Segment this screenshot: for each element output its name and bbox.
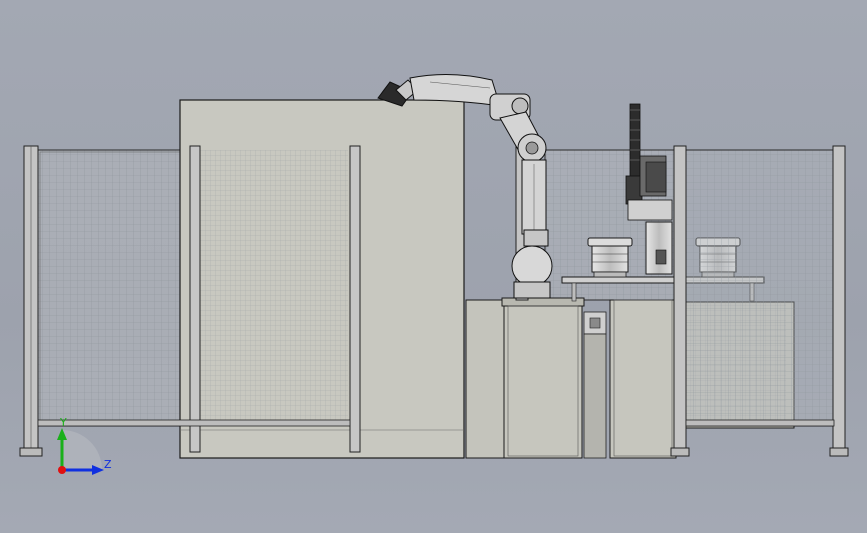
robot-base-pedestal[interactable] bbox=[465, 299, 505, 459]
fence-panel-right-1[interactable] bbox=[670, 145, 837, 457]
y-axis-label: Y bbox=[59, 416, 67, 429]
x-axis-dot bbox=[58, 466, 66, 474]
fence-panel-left-1[interactable] bbox=[19, 145, 189, 457]
feeder-bowl-left[interactable] bbox=[587, 237, 633, 278]
vertical-gantry-gripper[interactable] bbox=[625, 103, 673, 221]
control-cabinet[interactable] bbox=[501, 297, 607, 459]
z-axis-label: Z bbox=[104, 458, 112, 471]
cylindrical-feeder[interactable] bbox=[645, 221, 673, 275]
cad-viewport[interactable]: Y Z bbox=[0, 0, 867, 533]
